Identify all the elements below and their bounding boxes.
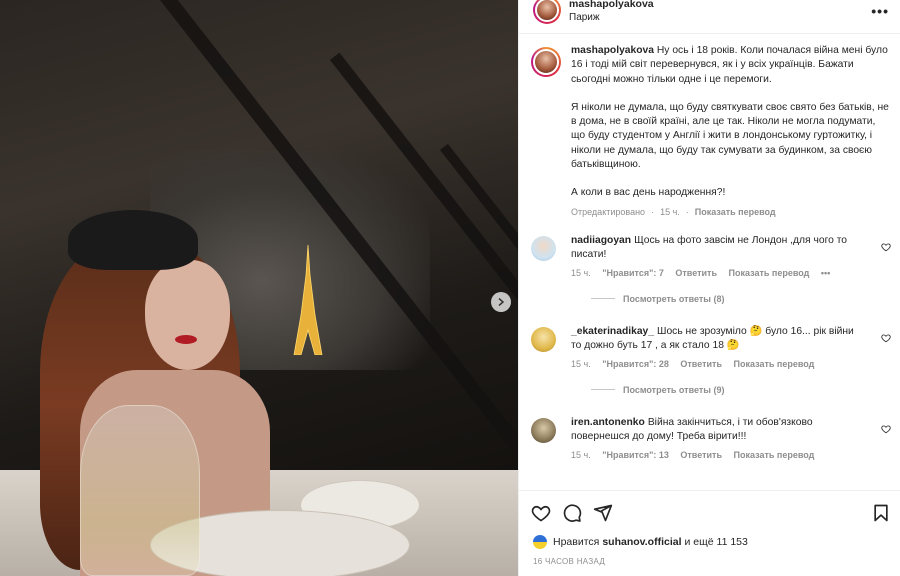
comment-item: _ekaterinadikay_ Шось не зрозуміло 🤔 було… [531,325,891,395]
post-username[interactable]: mashapolyakova [569,0,654,10]
comments-list[interactable]: mashapolyakova Ну ось і 18 років. Коли п… [519,34,900,490]
comment-time[interactable]: 15 ч. [571,359,591,369]
more-options-icon[interactable]: ••• [871,3,889,19]
comment-item: nadiiagoyan Щось на фото завсім не Лондон… [531,234,891,304]
caption-paragraph: Я ніколи не думала, що буду святкувати с… [571,101,889,171]
post-side-panel: mashapolyakova Париж ••• mashapolyakova … [518,0,900,576]
chevron-right-icon [498,298,505,306]
caption-username[interactable]: mashapolyakova [571,45,654,56]
liked-prefix: Нравится [553,536,600,548]
edited-label: Отредактировано [571,206,646,217]
comment-username[interactable]: nadiiagoyan [571,235,631,246]
comment-time[interactable]: 15 ч. [571,268,591,278]
next-photo-button[interactable] [491,292,511,312]
caption-time[interactable]: 15 ч. [660,207,680,217]
commenter-avatar[interactable] [531,236,556,261]
share-icon[interactable] [593,503,613,523]
comment-username[interactable]: iren.antonenko [571,417,645,428]
eiffel-tower [293,245,323,355]
reply-button[interactable]: Ответить [680,359,722,369]
liker-avatar [533,535,547,549]
translate-link[interactable]: Показать перевод [734,359,815,369]
view-replies-label: Посмотреть ответы (9) [623,384,725,395]
post-actions: Нравится suhanov.official и ещё 11 153 1… [519,490,900,576]
caption-paragraph: А коли в вас день народження?! [571,187,726,199]
bookmark-icon[interactable] [871,503,891,523]
comment-item: iren.antonenko Війна закінчиться, і ти об… [531,416,891,460]
commenter-avatar[interactable] [531,418,556,443]
likes-summary[interactable]: Нравится suhanov.official и ещё 11 153 [533,535,748,549]
comment-likes[interactable]: "Нравится": 13 [602,450,669,460]
wine-glass [80,405,200,576]
comment-time[interactable]: 15 ч. [571,450,591,460]
translate-link[interactable]: Показать перевод [734,450,815,460]
post-caption: mashapolyakova Ну ось і 18 років. Коли п… [531,44,891,217]
post-location[interactable]: Париж [569,12,600,23]
view-replies-button[interactable]: Посмотреть ответы (8) [571,294,891,304]
heart-icon[interactable] [881,424,891,434]
translate-link[interactable]: Показать перевод [695,207,776,217]
liked-suffix[interactable]: и ещё 11 153 [685,536,748,548]
heart-icon[interactable] [531,503,551,523]
commenter-avatar[interactable] [531,327,556,352]
heart-icon[interactable] [881,242,891,252]
avatar[interactable] [533,0,561,24]
post-header: mashapolyakova Париж ••• [519,0,900,34]
comment-likes[interactable]: "Нравится": 28 [602,359,669,369]
comment-username[interactable]: _ekaterinadikay_ [571,326,654,337]
comment-more-icon[interactable]: ••• [821,268,830,278]
reply-button[interactable]: Ответить [675,268,717,278]
heart-icon[interactable] [881,333,891,343]
liked-user[interactable]: suhanov.official [602,536,681,548]
comment-likes[interactable]: "Нравится": 7 [602,268,664,278]
avatar[interactable] [531,47,561,77]
view-replies-label: Посмотреть ответы (8) [623,293,725,304]
comment-icon[interactable] [562,503,582,523]
view-replies-button[interactable]: Посмотреть ответы (9) [571,385,891,395]
post-timestamp[interactable]: 16 ЧАСОВ НАЗАД [533,557,605,566]
translate-link[interactable]: Показать перевод [729,268,810,278]
post-photo[interactable] [0,0,518,576]
reply-button[interactable]: Ответить [680,450,722,460]
